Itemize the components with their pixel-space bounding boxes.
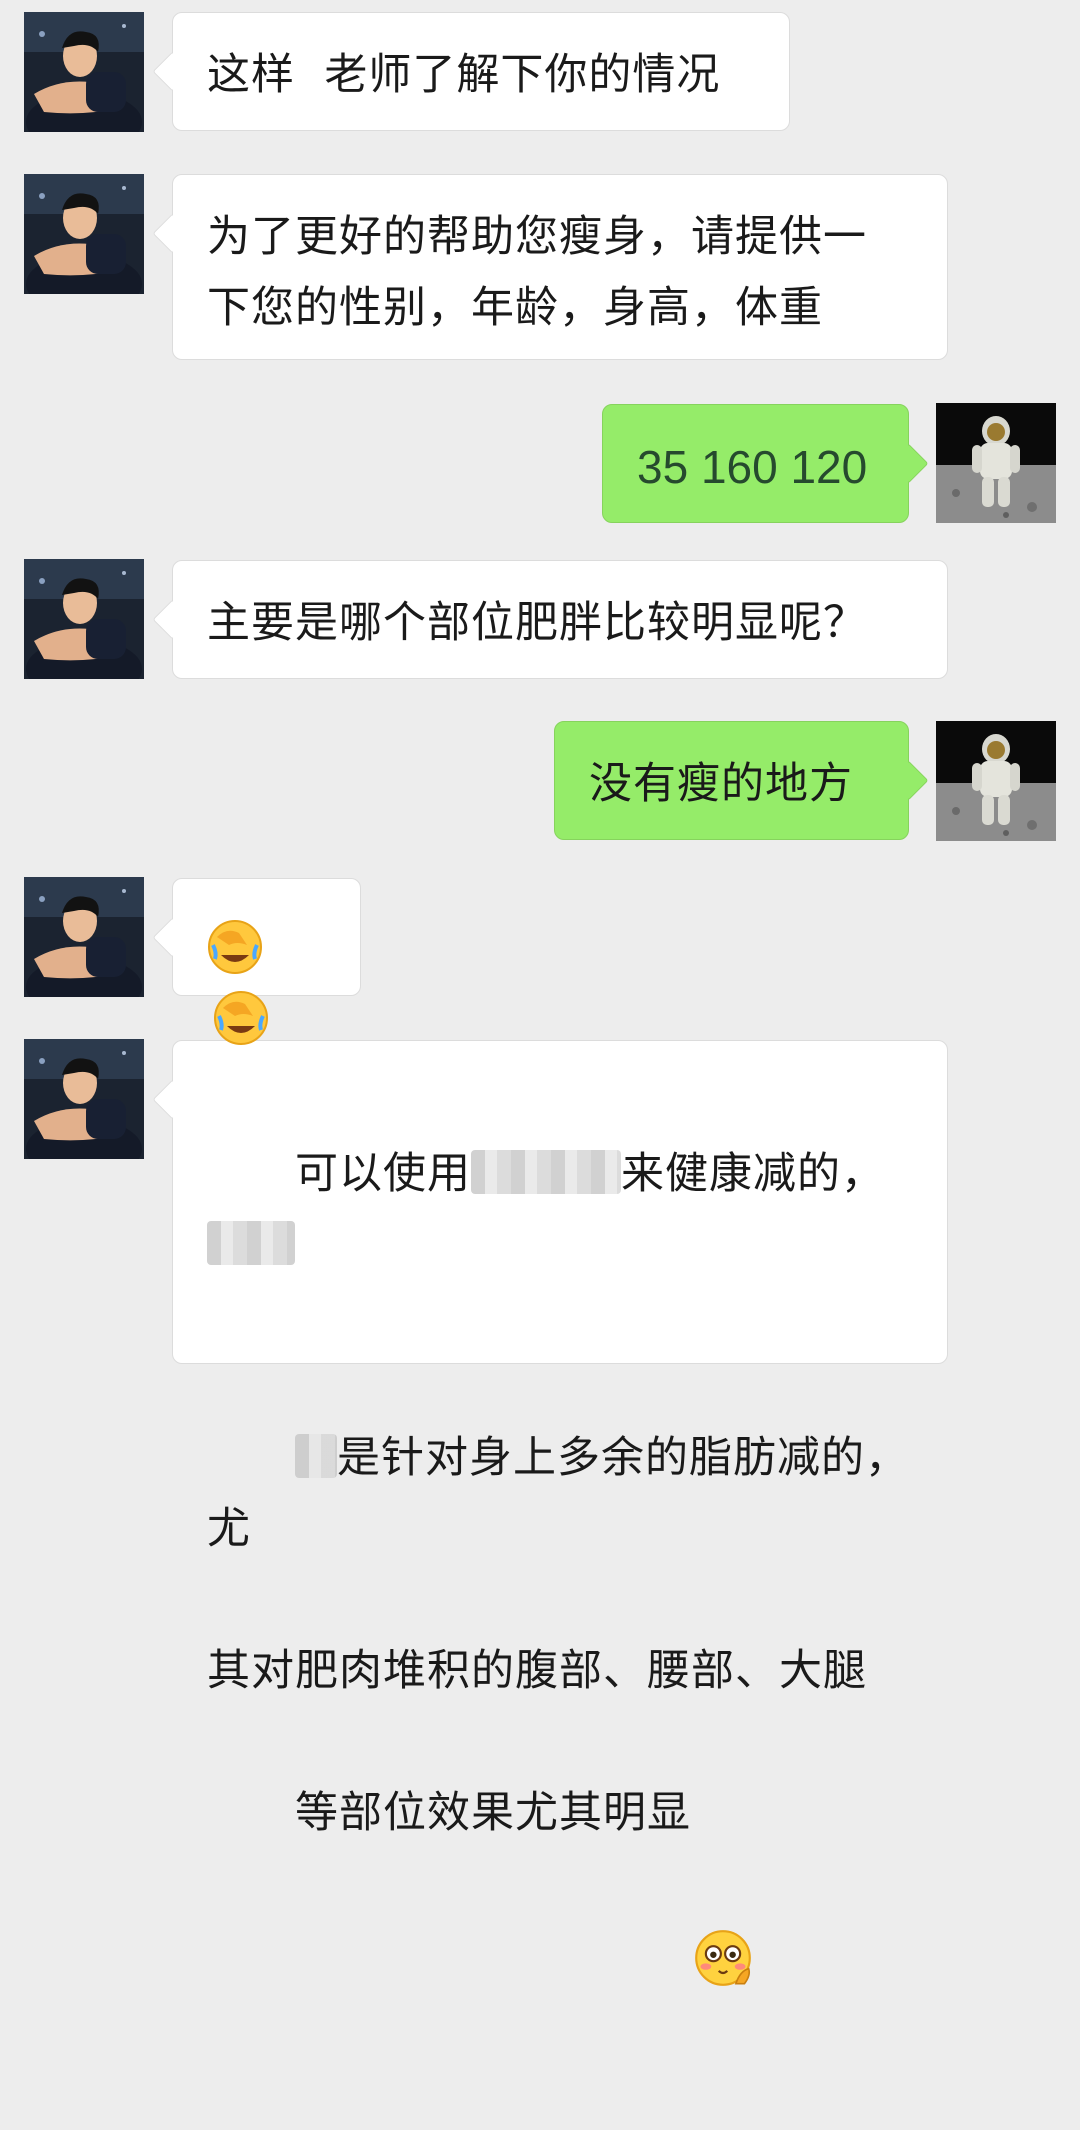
message-text-segment: 来健康减的， <box>621 1149 886 1199</box>
blurred-product-name <box>207 1221 295 1265</box>
message-text: 没有瘦的地方 <box>589 759 853 809</box>
astronaut-avatar-icon <box>936 721 1056 841</box>
teacher-avatar[interactable] <box>24 559 144 679</box>
incoming-message-bubble[interactable]: 可以使用 来健康减的， 是针对身上多余的脂肪减的，尤 其对肥肉堆积的腹部、腰部、大… <box>172 1040 948 1986</box>
teacher-avatar[interactable] <box>24 174 144 294</box>
incoming-message-bubble[interactable] <box>172 878 361 1045</box>
man-avatar-icon <box>24 174 144 294</box>
message-text-line: 等部位效果尤其明显 <box>207 1707 917 1986</box>
teacher-avatar[interactable] <box>24 12 144 132</box>
message-text-line: 为了更好的帮助您瘦身，请提供一 <box>207 212 867 262</box>
message-text: 这样 老师了解下你的情况 <box>207 50 721 100</box>
astronaut-avatar-icon <box>936 403 1056 523</box>
man-avatar-icon <box>24 12 144 132</box>
message-text-segment: 等部位效果尤其明显 <box>295 1788 692 1838</box>
teacher-avatar[interactable] <box>24 1039 144 1159</box>
incoming-message-bubble[interactable]: 这样 老师了解下你的情况 <box>172 12 790 131</box>
blurred-product-name <box>295 1434 338 1478</box>
message-text: 主要是哪个部位肥胖比较明显呢？ <box>207 598 867 648</box>
message-text: 35 160 120 <box>637 441 868 493</box>
outgoing-message-bubble[interactable]: 没有瘦的地方 <box>554 721 909 840</box>
message-text-line: 是针对身上多余的脂肪减的，尤 <box>207 1352 917 1636</box>
chat-conversation: 这样 老师了解下你的情况 为了更好的帮助您瘦身，请提供一 下您的性别，年龄，身高… <box>0 0 1080 1986</box>
man-avatar-icon <box>24 877 144 997</box>
message-text-segment: 可以使用 <box>295 1149 472 1199</box>
blurred-product-name <box>471 1150 622 1194</box>
user-avatar[interactable] <box>936 721 1056 841</box>
man-avatar-icon <box>24 1039 144 1159</box>
flushed-hand-emoji-icon <box>693 1786 753 1986</box>
incoming-message-bubble[interactable]: 主要是哪个部位肥胖比较明显呢？ <box>172 560 948 679</box>
teacher-avatar[interactable] <box>24 877 144 997</box>
facepalm-cry-emoji-icon <box>207 919 263 975</box>
man-avatar-icon <box>24 559 144 679</box>
message-text-line: 其对肥肉堆积的腹部、腰部、大腿 <box>207 1646 867 1696</box>
message-text-line: 下您的性别，年龄，身高，体重 <box>207 283 823 333</box>
incoming-message-bubble[interactable]: 为了更好的帮助您瘦身，请提供一 下您的性别，年龄，身高，体重 <box>172 174 948 360</box>
message-text-line: 可以使用 来健康减的， <box>207 1068 917 1352</box>
facepalm-cry-emoji-icon <box>213 990 269 1046</box>
outgoing-message-bubble[interactable]: 35 160 120 <box>602 404 909 523</box>
user-avatar[interactable] <box>936 403 1056 523</box>
